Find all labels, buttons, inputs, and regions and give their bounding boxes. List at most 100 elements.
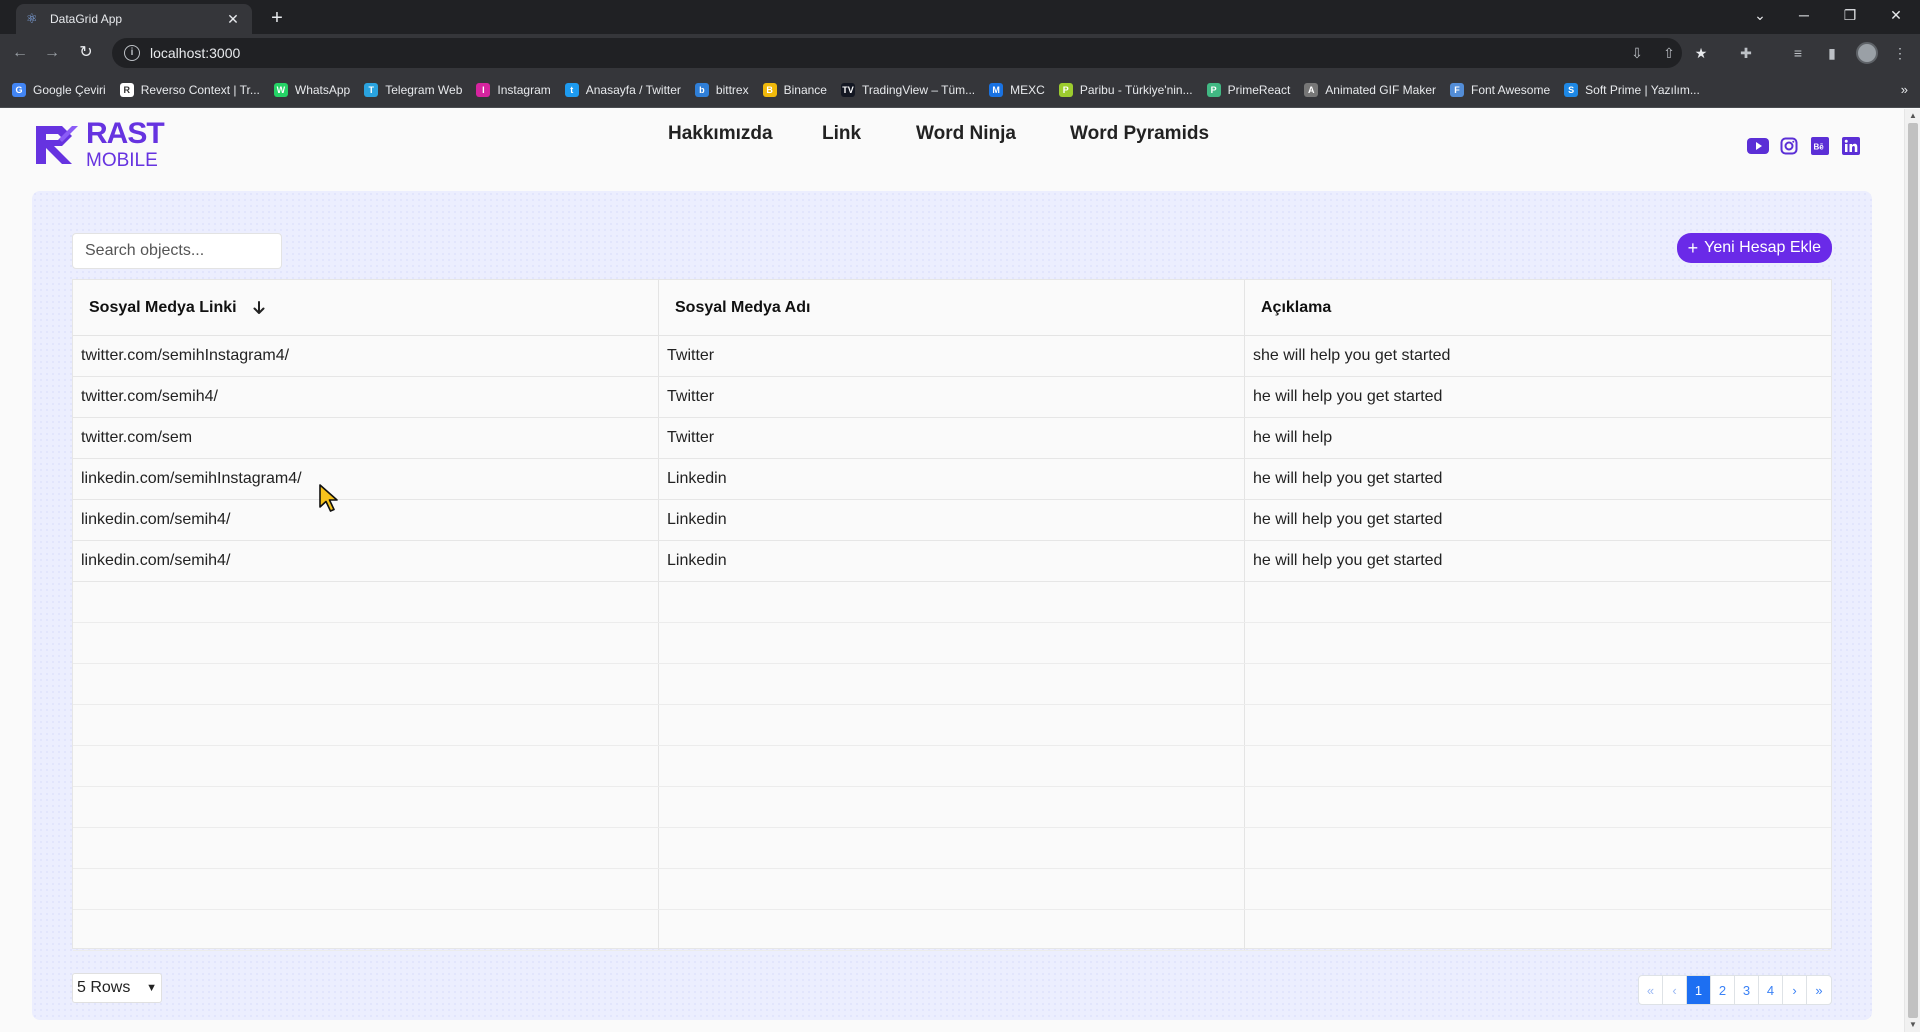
bookmark-label: Telegram Web [385,82,463,97]
bookmark-favicon-icon: TV [840,82,855,97]
bookmark-favicon-icon: T [364,82,379,97]
rast-mobile-logo[interactable]: RAST MOBILE [32,117,165,171]
back-icon[interactable]: ← [8,42,32,64]
table-row[interactable]: twitter.com/sem Twitter he will help [73,418,1831,459]
column-header-label: Sosyal Medya Adı [675,299,811,316]
column-header-link[interactable]: Sosyal Medya Linki [73,280,659,336]
linkedin-icon[interactable] [1840,137,1862,155]
bookmark-item[interactable]: t Anasayfa / Twitter [564,82,681,97]
table-row[interactable]: linkedin.com/semih4/Linkedin he will help… [73,541,1831,582]
tab-search-icon[interactable]: ⌄ [1740,0,1780,30]
empty-cell [73,787,659,827]
bookmark-favicon-icon: t [564,82,579,97]
cell-description: he will help [1253,429,1333,446]
scroll-down-icon[interactable]: ▼ [1908,1020,1918,1030]
bookmark-item[interactable]: I Instagram [476,82,551,97]
empty-cell [73,828,659,868]
site-info-icon[interactable]: i [124,45,140,61]
nav-link-word-pyramids[interactable]: Word Pyramids [1070,123,1209,145]
bookmark-item[interactable]: M MEXC [989,82,1045,97]
close-window-button[interactable]: ✕ [1876,0,1916,30]
page-button-1[interactable]: 1 [1687,976,1711,1004]
cell-name: Linkedin [659,459,1245,499]
bookmark-favicon-icon: S [1564,82,1579,97]
reload-icon[interactable]: ↻ [74,42,98,64]
bookmark-item[interactable]: B Binance [762,82,827,97]
nav-link-link[interactable]: Link [822,123,861,145]
more-bookmarks-icon[interactable]: » [1901,82,1908,97]
menu-kebab-icon[interactable]: ⋮ [1890,43,1910,63]
column-header-label: Sosyal Medya Linki [89,299,237,316]
table-row[interactable]: twitter.com/semih4/Twitter he will help y… [73,377,1831,418]
page-button-2[interactable]: 2 [1711,976,1735,1004]
column-header-name[interactable]: Sosyal Medya Adı [659,280,1245,336]
sort-descending-icon[interactable] [251,300,267,316]
react-favicon-icon: ⚛ [26,11,38,26]
nav-link-hakkimizda[interactable]: Hakkımızda [668,123,773,145]
close-tab-icon[interactable]: ✕ [224,11,242,28]
next-page-button[interactable]: › [1783,976,1807,1004]
cell-description: he will help you get started [1253,470,1443,487]
bookmark-label: Soft Prime | Yazılım... [1585,82,1700,97]
bookmark-favicon-icon: P [1058,82,1073,97]
instagram-icon[interactable] [1778,137,1800,155]
rast-logo-icon [36,125,78,164]
share-icon[interactable]: ⇧ [1660,44,1678,62]
side-panel-icon[interactable]: ▮ [1822,43,1842,63]
bookmark-label: Google Çeviri [33,82,106,97]
prev-page-button[interactable]: ‹ [1663,976,1687,1004]
media-controls-icon[interactable]: ≡ [1788,43,1808,63]
empty-table-row [73,787,1831,828]
rows-per-page-select[interactable]: 5 Rows ▼ [72,973,162,1003]
nav-link-word-ninja[interactable]: Word Ninja [916,123,1016,145]
logo-line1: RAST [86,117,165,150]
bookmark-label: WhatsApp [294,82,351,97]
scrollbar-thumb[interactable] [1908,123,1918,1018]
bookmark-item[interactable]: P PrimeReact [1206,82,1291,97]
bookmark-item[interactable]: S Soft Prime | Yazılım... [1564,82,1700,97]
bookmark-favicon-icon: G [12,82,26,97]
bookmark-star-icon[interactable]: ★ [1692,44,1710,62]
last-page-button[interactable]: » [1807,976,1831,1004]
bookmark-label: Animated GIF Maker [1325,82,1436,97]
first-page-button[interactable]: « [1639,976,1663,1004]
bookmark-item[interactable]: F Font Awesome [1449,82,1550,97]
bookmark-item[interactable]: TV TradingView – Tüm... [840,82,975,97]
bookmark-item[interactable]: b bittrex [694,82,749,97]
bookmark-label: Reverso Context | Tr... [140,82,260,97]
search-input[interactable] [72,233,282,269]
behance-icon[interactable]: Bē [1809,137,1831,155]
bookmark-item[interactable]: W WhatsApp [273,82,351,97]
bookmark-item[interactable]: A Animated GIF Maker [1304,82,1436,97]
install-icon[interactable]: ⇩ [1628,44,1646,62]
bookmark-label: PrimeReact [1227,82,1291,97]
new-tab-button[interactable]: + [264,6,290,32]
page-button-3[interactable]: 3 [1735,976,1759,1004]
browser-tab[interactable]: ⚛ DataGrid App ✕ [16,4,252,34]
cell-description: he will help you get started [1253,552,1443,569]
bookmark-item[interactable]: G Google Çeviri [12,82,106,97]
page-button-4[interactable]: 4 [1759,976,1783,1004]
page-scrollbar[interactable]: ▲ ▼ [1904,109,1920,1032]
forward-icon[interactable]: → [40,42,64,64]
restore-button[interactable]: ❐ [1830,0,1870,30]
bookmark-item[interactable]: T Telegram Web [364,82,463,97]
address-bar[interactable]: i localhost:3000 [112,38,1682,68]
bookmark-label: Binance [783,82,827,97]
extensions-icon[interactable]: ✚ [1736,43,1756,63]
logo-line2: MOBILE [86,150,158,171]
bookmark-item[interactable]: P Paribu - Türkiye'nin... [1058,82,1193,97]
add-account-button[interactable]: + Yeni Hesap Ekle [1676,233,1832,263]
page-viewport: RAST MOBILE Hakkımızda Link Word Ninja W… [0,109,1904,1032]
bookmark-item[interactable]: R Reverso Context | Tr... [119,82,260,97]
scroll-up-icon[interactable]: ▲ [1908,111,1918,121]
table-row[interactable]: twitter.com/semihInstagram4/Twitter she w… [73,336,1831,377]
cell-link: linkedin.com/semih4/ [73,541,659,581]
profile-avatar[interactable] [1856,42,1878,64]
bookmark-label: bittrex [715,82,749,97]
column-header-description[interactable]: Açıklama [1245,280,1831,336]
minimize-button[interactable]: ─ [1784,0,1824,30]
empty-cell [1245,664,1831,704]
youtube-icon[interactable] [1747,137,1769,155]
social-links: Bē [1738,137,1862,155]
